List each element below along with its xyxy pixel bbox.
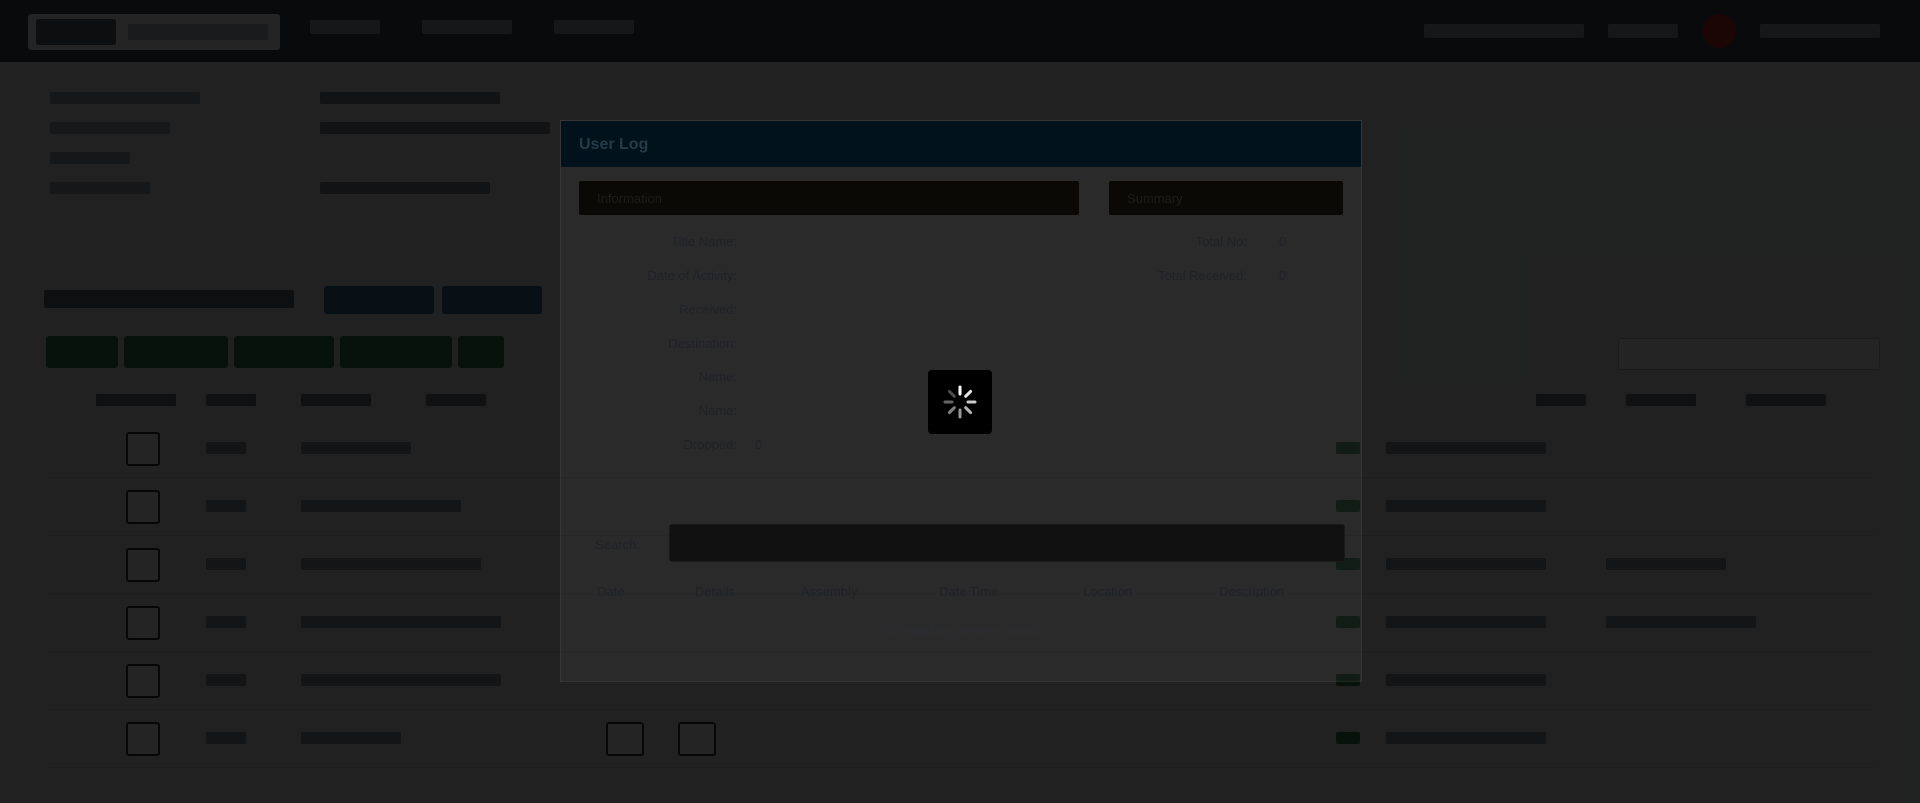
search-label: Search: bbox=[595, 537, 640, 552]
field-label: Name: bbox=[698, 403, 737, 418]
column-header-date-time[interactable]: Date Time bbox=[939, 584, 998, 599]
field-label: Dropped: bbox=[683, 437, 737, 452]
panel-label: Summary bbox=[1127, 191, 1183, 206]
dialog-title: User Log bbox=[579, 136, 649, 153]
field-value: 0 bbox=[1279, 268, 1287, 283]
panel-label: Information bbox=[597, 191, 663, 206]
column-header-assembly[interactable]: Assembly bbox=[801, 584, 857, 599]
field-label: Destination: bbox=[668, 336, 737, 351]
empty-table-message: No matching records found bbox=[882, 623, 1040, 638]
field-value: 0 bbox=[755, 437, 763, 452]
search-input[interactable] bbox=[669, 524, 1345, 562]
column-header-details[interactable]: Details bbox=[695, 584, 735, 599]
summary-panel-header: Summary bbox=[1109, 181, 1343, 215]
spinner-icon bbox=[943, 385, 977, 419]
field-label: Total Received: bbox=[1158, 268, 1247, 283]
field-value: 0 bbox=[1279, 234, 1287, 249]
dialog-header: User Log bbox=[561, 121, 1361, 167]
field-label: Date of Activity: bbox=[647, 268, 737, 283]
column-header-description[interactable]: Description bbox=[1219, 584, 1284, 599]
information-panel-header: Information bbox=[579, 181, 1079, 215]
column-header-date[interactable]: Date bbox=[597, 584, 624, 599]
field-label: Total No: bbox=[1195, 234, 1247, 249]
loading-indicator bbox=[928, 370, 992, 434]
column-header-location[interactable]: Location bbox=[1083, 584, 1132, 599]
field-label: Received: bbox=[679, 302, 737, 317]
field-label: Name: bbox=[698, 369, 737, 384]
field-label: Title Name: bbox=[671, 234, 737, 249]
